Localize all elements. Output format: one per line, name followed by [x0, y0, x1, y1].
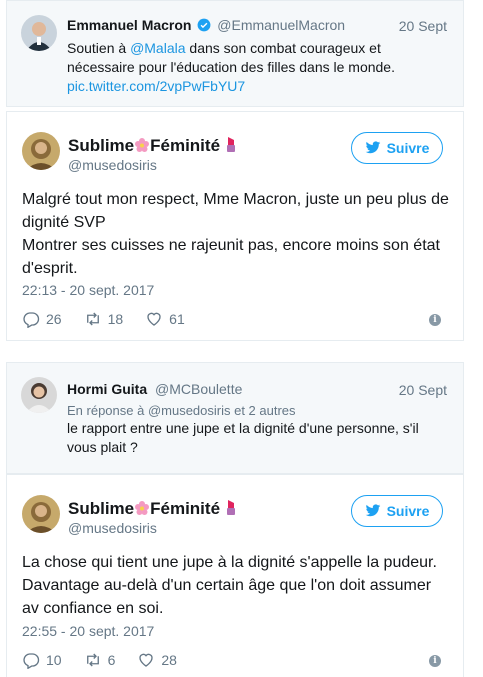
- reply-button[interactable]: 26: [22, 310, 62, 328]
- tweet-text-line: Malgré tout mon respect, Mme Macron, jus…: [22, 191, 449, 208]
- tweet-header: Hormi Guita @MCBoulette: [67, 381, 242, 397]
- retweet-icon: [86, 653, 99, 667]
- reply-context[interactable]: En réponse à @musedosiris et 2 autres: [67, 403, 296, 418]
- flower-emoji-icon: [134, 500, 150, 521]
- tweet-actions: 26 18 61: [22, 310, 207, 328]
- follow-button-label: Suivre: [386, 140, 430, 156]
- tweet-text: Malgré tout mon respect, Mme Macron, jus…: [22, 188, 449, 280]
- author-handle[interactable]: @MCBoulette: [155, 381, 242, 397]
- tweet-sublime-1[interactable]: Sublime Féminité @musedosiris Suivre Malg…: [6, 111, 464, 341]
- reply-button[interactable]: 10: [22, 651, 62, 669]
- retweet-icon: [86, 312, 99, 326]
- tweet-hormi-guita[interactable]: Hormi Guita @MCBoulette 20 Sept En répon…: [6, 362, 464, 474]
- author-handle[interactable]: @musedosiris: [68, 157, 157, 173]
- avatar-musedosiris[interactable]: [22, 495, 60, 533]
- like-count: 28: [161, 652, 177, 668]
- like-icon: [139, 653, 154, 667]
- tweet-timestamp[interactable]: 22:13 - 20 sept. 2017: [22, 282, 154, 298]
- tweet-text: Soutien à @Malala dans son combat courag…: [67, 39, 395, 96]
- retweet-button[interactable]: 6: [84, 651, 116, 669]
- tweet-header: Sublime Féminité: [68, 136, 237, 158]
- like-count: 61: [169, 311, 185, 327]
- author-handle[interactable]: @EmmanuelMacron: [217, 17, 345, 33]
- media-link[interactable]: pic.twitter.com/2vpPwFbYU7: [67, 77, 395, 96]
- tweet-text-line: Davantage au-delà d'un certain âge que l…: [22, 577, 432, 594]
- tweet-macron-header: Emmanuel Macron @EmmanuelMacron: [67, 17, 345, 33]
- verified-badge-icon: [197, 18, 211, 32]
- lipstick-emoji-icon: [225, 499, 237, 521]
- tweet-macron[interactable]: Emmanuel Macron @EmmanuelMacron 20 Sept …: [6, 0, 464, 107]
- twitter-bird-icon: [365, 141, 380, 154]
- tweet-header: Sublime Féminité: [68, 499, 237, 521]
- author-name[interactable]: Emmanuel Macron: [67, 17, 191, 33]
- tweet-actions: 10 6 28: [22, 651, 199, 669]
- tweet-text-line: Montrer ses cuisses ne rajeunit pas, enc…: [22, 237, 440, 254]
- follow-button[interactable]: Suivre: [351, 495, 443, 527]
- tweet-text: le rapport entre une jupe et la dignité …: [67, 419, 419, 457]
- follow-button-label: Suivre: [386, 503, 430, 519]
- avatar-macron[interactable]: [21, 15, 57, 51]
- tweet-text-line: dignité SVP: [22, 214, 106, 231]
- avatar-mcboulette[interactable]: [21, 377, 57, 413]
- retweet-count: 18: [107, 311, 124, 327]
- retweet-button[interactable]: 18: [84, 310, 124, 328]
- author-handle[interactable]: @musedosiris: [68, 520, 157, 536]
- like-button[interactable]: 61: [145, 310, 185, 328]
- tweet-text-line: vous plait ?: [67, 439, 138, 455]
- like-icon: [147, 312, 161, 326]
- info-icon[interactable]: i: [429, 655, 441, 667]
- tweet-timestamp[interactable]: 22:55 - 20 sept. 2017: [22, 623, 154, 639]
- author-name[interactable]: Sublime Féminité: [68, 136, 220, 155]
- tweet-text-line: av confiance en soi.: [22, 600, 164, 617]
- follow-button[interactable]: Suivre: [351, 132, 443, 164]
- tweet-sublime-2[interactable]: Sublime Féminité @musedosiris Suivre La c…: [6, 474, 464, 677]
- author-name[interactable]: Sublime Féminité: [68, 499, 220, 518]
- tweet-text-line: Soutien à @Malala dans son combat courag…: [67, 40, 381, 56]
- twitter-bird-icon: [365, 504, 380, 517]
- author-name[interactable]: Hormi Guita: [67, 381, 147, 397]
- tweet-text-line: nécessaire pour l'éducation des filles d…: [67, 59, 395, 75]
- tweet-date[interactable]: 20 Sept: [399, 18, 447, 34]
- retweet-count: 6: [107, 652, 116, 668]
- tweet-text: La chose qui tient une jupe à la dignité…: [22, 551, 437, 620]
- tweet-text-line: La chose qui tient une jupe à la dignité…: [22, 554, 437, 571]
- tweet-date[interactable]: 20 Sept: [399, 382, 447, 398]
- info-icon[interactable]: i: [429, 314, 441, 326]
- lipstick-emoji-icon: [225, 136, 237, 158]
- reply-count: 26: [46, 311, 62, 327]
- mention-link[interactable]: @Malala: [130, 40, 185, 56]
- like-button[interactable]: 28: [137, 651, 177, 669]
- reply-count: 10: [46, 652, 62, 668]
- reply-icon: [23, 312, 40, 328]
- tweet-text-line: d'esprit.: [22, 260, 78, 277]
- avatar-musedosiris[interactable]: [22, 132, 60, 170]
- tweet-text-line: le rapport entre une jupe et la dignité …: [67, 420, 419, 436]
- flower-emoji-icon: [134, 137, 150, 158]
- reply-icon: [23, 653, 40, 669]
